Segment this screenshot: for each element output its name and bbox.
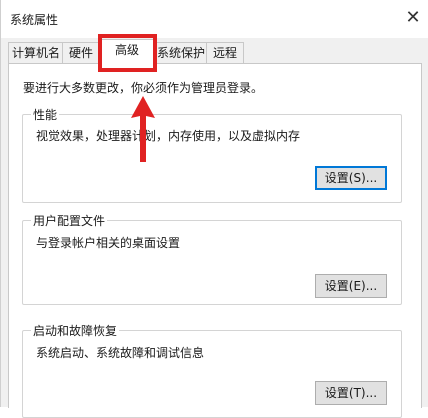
red-arrow-icon bbox=[131, 96, 155, 162]
performance-description: 视觉效果，处理器计划，内存使用，以及虚拟内存 bbox=[36, 129, 301, 143]
highlight-box bbox=[98, 34, 157, 72]
title-bar: 系统属性 ✕ bbox=[1, 0, 428, 38]
user-profiles-settings-button[interactable]: 设置(E)... bbox=[315, 274, 387, 298]
performance-label: 性能 bbox=[31, 106, 60, 123]
tab-remote[interactable]: 远程 bbox=[206, 42, 244, 63]
startup-recovery-description: 系统启动、系统故障和调试信息 bbox=[36, 346, 205, 360]
tab-hardware[interactable]: 硬件 bbox=[62, 42, 100, 63]
performance-settings-button[interactable]: 设置(S)... bbox=[315, 166, 387, 190]
startup-recovery-settings-button[interactable]: 设置(T)... bbox=[315, 381, 387, 405]
admin-note: 要进行大多数更改，你必须作为管理员登录。 bbox=[23, 81, 264, 95]
tab-computer-name[interactable]: 计算机名 bbox=[8, 42, 64, 63]
user-profiles-description: 与登录帐户相关的桌面设置 bbox=[36, 236, 181, 250]
startup-recovery-label: 启动和故障恢复 bbox=[31, 322, 120, 339]
system-properties-dialog: 系统属性 ✕ 计算机名 硬件 高级 系统保护 远程 要进行大多数更改，你必须作为… bbox=[0, 0, 428, 418]
tab-system-protection[interactable]: 系统保护 bbox=[154, 42, 208, 63]
window-title: 系统属性 bbox=[10, 13, 59, 27]
user-profiles-label: 用户配置文件 bbox=[31, 212, 108, 229]
close-icon[interactable]: ✕ bbox=[400, 4, 426, 32]
